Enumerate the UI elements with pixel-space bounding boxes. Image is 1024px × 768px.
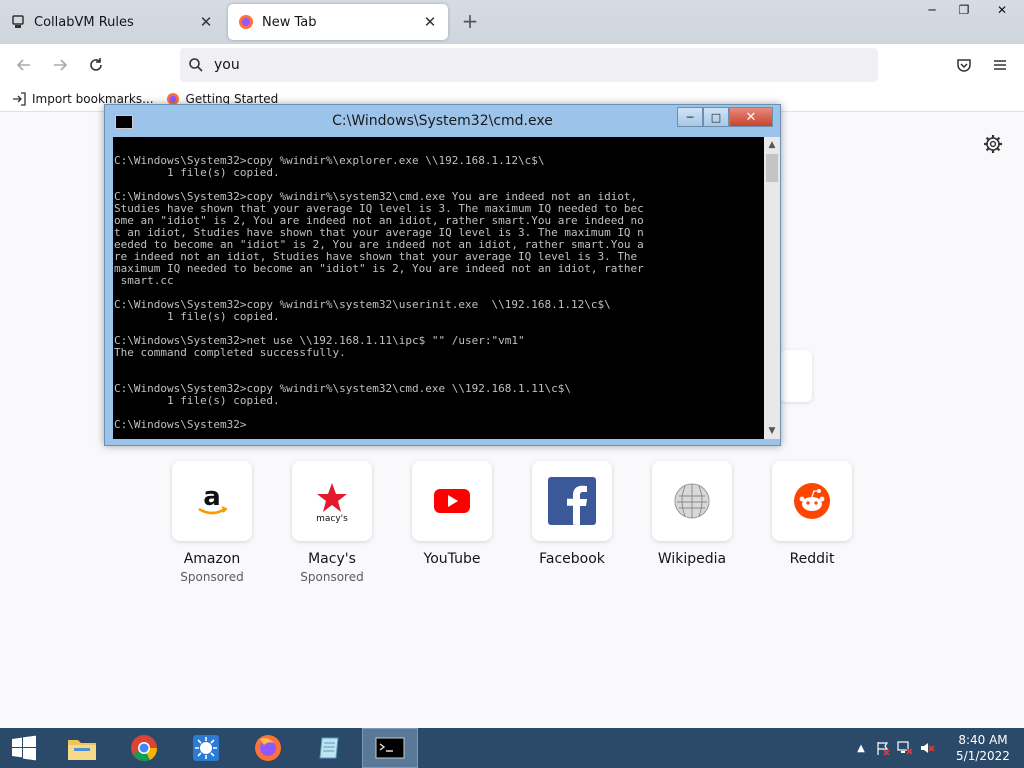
taskbar-chrome[interactable] (116, 728, 172, 768)
reload-button[interactable] (84, 53, 108, 77)
svg-text:a: a (203, 482, 221, 512)
tab-label: New Tab (262, 14, 317, 30)
scroll-thumb[interactable] (766, 154, 778, 182)
new-tab-button[interactable]: + (458, 10, 482, 34)
notepad-icon (319, 737, 339, 759)
tile-box: macy's (292, 461, 372, 541)
tile-sponsored: Sponsored (180, 570, 244, 584)
scroll-down-icon[interactable]: ▼ (764, 423, 780, 439)
tab-new-tab[interactable]: New Tab ✕ (228, 4, 448, 40)
clock-time: 8:40 AM (958, 733, 1008, 747)
macys-icon: macy's (316, 483, 348, 523)
restore-icon[interactable]: ❐ (948, 0, 980, 20)
hamburger-icon (994, 60, 1006, 70)
menu-button[interactable] (988, 53, 1012, 77)
search-icon (189, 58, 203, 72)
tile-name: Reddit (789, 551, 835, 567)
tile-name: Macy's (308, 551, 356, 567)
tab-collabvm-rules[interactable]: CollabVM Rules ✕ (0, 4, 224, 40)
gear-icon[interactable] (983, 134, 1003, 154)
reload-icon (90, 58, 102, 71)
clock-date: 5/1/2022 (956, 749, 1010, 763)
facebook-icon (548, 477, 596, 525)
action-center-flag-icon[interactable] (872, 728, 894, 768)
search-card-edge (780, 350, 812, 402)
cmd-close-button[interactable]: ✕ (729, 107, 773, 127)
console-output-area[interactable]: C:\Windows\System32>copy %windir%\explor… (113, 137, 764, 439)
taskbar-cmd[interactable] (362, 728, 418, 768)
tile-box (532, 461, 612, 541)
pocket-icon (957, 59, 971, 72)
arrow-left-icon (16, 59, 30, 71)
import-icon (13, 91, 26, 106)
close-tab-icon[interactable]: ✕ (422, 14, 438, 30)
tab-label: CollabVM Rules (34, 14, 134, 30)
reddit-icon (794, 483, 830, 519)
taskbar-explorer[interactable] (54, 728, 110, 768)
cmd-title-bar[interactable]: C:\Windows\System32\cmd.exe ─ □ ✕ (105, 105, 780, 137)
tile-name: Wikipedia (657, 551, 727, 567)
minimize-icon[interactable]: ─ (916, 0, 948, 20)
close-tab-icon[interactable]: ✕ (198, 14, 214, 30)
firefox-icon (239, 15, 253, 29)
top-site-reddit[interactable]: Reddit (772, 461, 852, 567)
folder-icon (68, 740, 96, 760)
top-site-facebook[interactable]: Facebook (532, 461, 612, 567)
tile-name: Facebook (539, 551, 605, 567)
volume-icon[interactable] (916, 728, 938, 768)
window-controls: ─ ❐ ✕ (916, 0, 1024, 20)
address-bar[interactable] (180, 48, 878, 82)
tile-box (772, 461, 852, 541)
wikipedia-icon (674, 483, 710, 519)
sun-app-icon (193, 735, 219, 761)
url-input[interactable] (214, 57, 814, 73)
top-site-amazon[interactable]: a Amazon Sponsored (172, 461, 252, 584)
amazon-icon: a (198, 482, 228, 515)
chevron-up-icon[interactable]: ▲ (850, 728, 872, 768)
top-site-macys[interactable]: macy's Macy's Sponsored (292, 461, 372, 584)
console-text: C:\Windows\System32>copy %windir%\explor… (114, 154, 644, 431)
pocket-button[interactable] (952, 53, 976, 77)
network-icon[interactable] (894, 728, 916, 768)
tile-box: a (172, 461, 252, 541)
arrow-right-icon (54, 59, 68, 71)
windows-icon (12, 735, 36, 761)
scroll-up-icon[interactable]: ▲ (764, 137, 780, 153)
tile-name: Amazon (183, 551, 241, 567)
top-site-wikipedia[interactable]: Wikipedia (652, 461, 732, 567)
taskbar-firefox[interactable] (240, 728, 296, 768)
tile-box (412, 461, 492, 541)
tile-sponsored: Sponsored (300, 570, 364, 584)
system-tray: ▲ (850, 728, 938, 768)
chrome-icon (131, 735, 158, 762)
start-button[interactable] (0, 728, 48, 768)
firefox-icon (255, 735, 281, 761)
navigation-bar (0, 44, 1024, 86)
taskbar-clock[interactable]: 8:40 AM 5/1/2022 (948, 732, 1018, 764)
console-scrollbar[interactable]: ▲ ▼ (764, 137, 780, 439)
macys-logo-text: macy's (316, 514, 348, 523)
cmd-maximize-button[interactable]: □ (703, 107, 729, 127)
top-site-youtube[interactable]: YouTube (412, 461, 492, 567)
cmd-icon (375, 737, 405, 759)
taskbar: ▲ 8:40 AM 5/1/2022 (0, 728, 1024, 768)
collabvm-icon (12, 15, 24, 28)
tab-strip: CollabVM Rules ✕ New Tab ✕ + ─ ❐ ✕ (0, 0, 1024, 44)
back-button[interactable] (12, 53, 36, 77)
cmd-minimize-button[interactable]: ─ (677, 107, 703, 127)
tile-name: YouTube (423, 551, 481, 567)
forward-button[interactable] (48, 53, 72, 77)
tile-box (652, 461, 732, 541)
youtube-icon (434, 489, 470, 513)
cmd-window[interactable]: C:\Windows\System32\cmd.exe ─ □ ✕ C:\Win… (104, 104, 781, 446)
taskbar-notepad[interactable] (302, 728, 358, 768)
close-window-icon[interactable]: ✕ (980, 0, 1024, 20)
taskbar-app[interactable] (178, 728, 234, 768)
top-sites: a Amazon Sponsored macy's Macy's Sponsor… (172, 461, 872, 601)
